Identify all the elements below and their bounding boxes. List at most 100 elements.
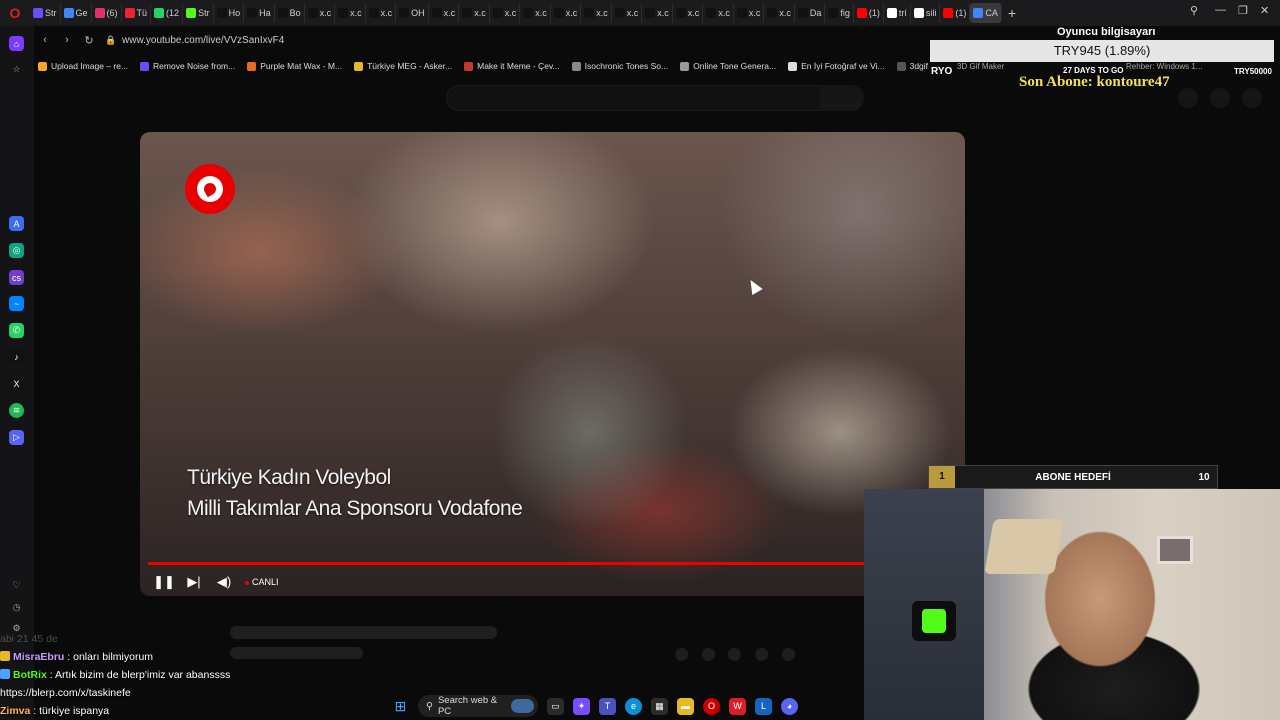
taskbar-search[interactable]: ⚲ Search web & PC <box>418 695 538 717</box>
browser-tab[interactable]: Str <box>30 3 61 23</box>
browser-tab[interactable]: x.c <box>642 3 673 23</box>
bookmark-label: Make it Meme - Çev... <box>477 61 560 71</box>
bookmark-item[interactable]: Upload Image – re... <box>38 61 128 71</box>
tab-label: Ho <box>228 8 241 18</box>
browser-tab[interactable]: (1) <box>940 3 971 23</box>
browser-tab[interactable]: Tü <box>122 3 152 23</box>
whatsapp-icon[interactable]: ✆ <box>9 323 24 338</box>
tab-label: Bo <box>289 8 301 18</box>
browser-tab[interactable]: (12 <box>151 3 184 23</box>
bookmark-item[interactable]: Make it Meme - Çev... <box>464 61 560 71</box>
search-tabs-icon[interactable]: ⚲ <box>1190 4 1198 17</box>
browser-tab[interactable]: sili <box>911 3 941 23</box>
bookmark-item[interactable]: Isochronic Tones So... <box>571 61 668 71</box>
x-icon[interactable]: X <box>9 376 24 391</box>
browser-tab[interactable]: x.c <box>459 3 490 23</box>
minimize-button[interactable]: — <box>1215 4 1226 16</box>
opera-taskbar-icon[interactable]: O <box>703 697 720 715</box>
bookmark-item[interactable]: Remove Noise from... <box>140 61 235 71</box>
aria-icon[interactable]: A <box>9 216 24 231</box>
tab-favicon-icon <box>553 8 564 18</box>
pause-icon[interactable]: ❚❚ <box>149 574 179 590</box>
browser-tab[interactable]: x.c <box>335 3 366 23</box>
next-icon[interactable]: ▶| <box>179 574 209 590</box>
bookmark-item[interactable]: Türkiye MEG - Asker... <box>354 61 452 71</box>
tab-favicon-icon <box>828 8 839 18</box>
forward-icon[interactable]: › <box>56 34 78 46</box>
copilot-icon[interactable]: ✦ <box>573 697 590 715</box>
explorer-icon[interactable]: ▬ <box>677 697 694 715</box>
browser-tab[interactable]: x.c <box>490 3 521 23</box>
tab-label: (1) <box>868 8 880 18</box>
history-icon[interactable]: ◷ <box>9 600 24 615</box>
teams-icon[interactable]: T <box>599 697 616 715</box>
video-player[interactable]: Türkiye Kadın Voleybol Milli Takımlar An… <box>140 132 965 596</box>
youtube-search-button[interactable] <box>820 85 864 111</box>
create-icon[interactable] <box>1178 88 1198 108</box>
browser-tab[interactable]: Bo <box>275 3 305 23</box>
url-field[interactable]: www.youtube.com/live/VVzSanIxvF4 <box>122 35 284 46</box>
tab-favicon-icon <box>886 8 897 18</box>
new-tab-button[interactable]: + <box>1008 5 1016 21</box>
browser-tab[interactable]: Ge <box>61 3 92 23</box>
bookmark-item[interactable]: Online Tone Genera... <box>680 61 776 71</box>
browser-tab[interactable]: x.c <box>612 3 643 23</box>
star-icon[interactable]: ☆ <box>9 62 24 77</box>
close-window-button[interactable]: ✕ <box>1260 4 1269 17</box>
browser-tab[interactable]: x.c <box>520 3 551 23</box>
messenger-icon[interactable]: ~ <box>9 296 24 311</box>
browser-tab[interactable]: (1) <box>854 3 884 23</box>
volume-icon[interactable]: ◀) <box>209 574 239 590</box>
bookmarks-bar: Upload Image – re... Remove Noise from...… <box>38 57 928 75</box>
discord-icon[interactable]: ◕ <box>781 697 798 715</box>
opera-logo-icon[interactable]: O <box>0 5 30 21</box>
edge-icon[interactable]: e <box>625 697 642 715</box>
browser-tab[interactable]: CA <box>970 3 1002 23</box>
windows-start-icon[interactable]: ⊞ <box>392 698 409 715</box>
browser-tab[interactable]: Str <box>183 3 214 23</box>
chatgpt-icon[interactable]: ◎ <box>9 243 24 258</box>
reload-icon[interactable]: ↻ <box>78 34 100 47</box>
heart-icon[interactable]: ♡ <box>9 578 24 593</box>
store-icon[interactable]: ▦ <box>651 697 668 715</box>
spotify-icon[interactable]: ≋ <box>9 403 24 418</box>
home-icon[interactable]: ⌂ <box>9 36 24 51</box>
cs-icon[interactable]: cs <box>9 270 24 285</box>
bookmark-item[interactable]: Purple Mat Wax - M... <box>247 61 342 71</box>
browser-tab[interactable]: x.c <box>581 3 612 23</box>
player-icon[interactable]: ▷ <box>9 430 24 445</box>
task-view-icon[interactable]: ▭ <box>547 697 564 715</box>
browser-tab[interactable]: trí <box>884 3 911 23</box>
webcam-feed <box>864 489 1280 720</box>
browser-tab[interactable]: OH <box>396 3 429 23</box>
video-progress-bar[interactable] <box>148 562 957 565</box>
browser-tab[interactable]: x.c <box>734 3 765 23</box>
browser-tab[interactable]: (6) <box>92 3 122 23</box>
browser-tab[interactable]: x.c <box>366 3 397 23</box>
browser-tab[interactable]: fig <box>825 3 854 23</box>
account-avatar[interactable] <box>1242 88 1262 108</box>
app-w-icon[interactable]: W <box>729 697 746 715</box>
tiktok-icon[interactable]: ♪ <box>9 349 24 364</box>
tab-label: Ha <box>259 8 271 18</box>
tab-label: (1) <box>955 8 967 18</box>
browser-tab[interactable]: x.c <box>305 3 336 23</box>
browser-tab[interactable]: x.c <box>764 3 795 23</box>
browser-tab[interactable]: x.c <box>429 3 460 23</box>
bookmark-item[interactable]: 3dgifmaker28349.gi... <box>896 61 928 71</box>
bookmark-item[interactable]: En İyi Fotoğraf ve Vi... <box>788 61 885 71</box>
browser-tab[interactable]: x.c <box>703 3 734 23</box>
browser-tab[interactable]: Ha <box>244 3 275 23</box>
youtube-search-input[interactable] <box>446 85 864 111</box>
back-icon[interactable]: ‹ <box>34 34 56 46</box>
notifications-icon[interactable] <box>1210 88 1230 108</box>
tab-favicon-icon <box>736 8 747 18</box>
live-indicator[interactable]: CANLI <box>245 577 279 587</box>
tab-label: x.c <box>474 8 486 18</box>
maximize-button[interactable]: ❐ <box>1238 4 1248 17</box>
app-l-icon[interactable]: L <box>755 697 772 715</box>
browser-tab[interactable]: x.c <box>673 3 704 23</box>
browser-tab[interactable]: Da <box>795 3 826 23</box>
browser-tab[interactable]: x.c <box>551 3 582 23</box>
browser-tab[interactable]: Ho <box>214 3 245 23</box>
